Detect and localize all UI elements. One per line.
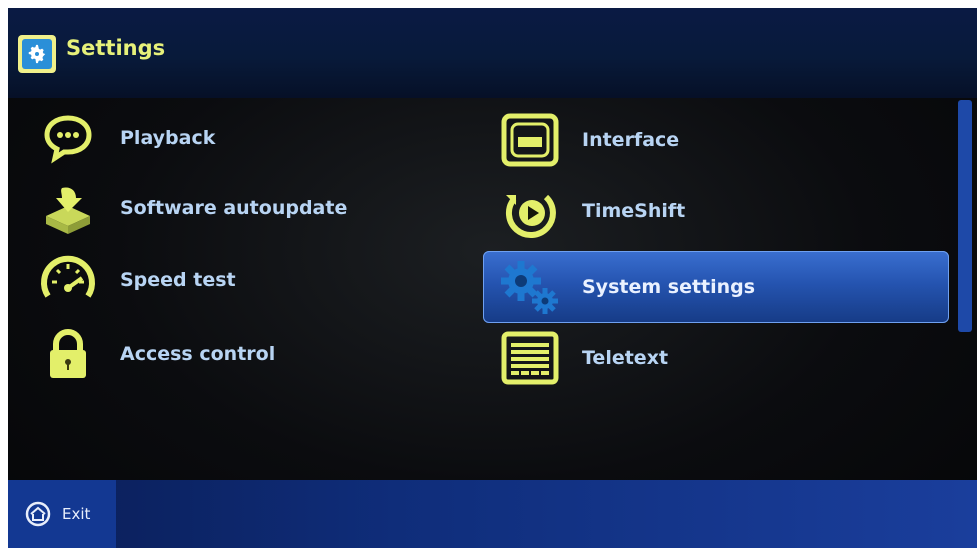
settings-header-icon (18, 35, 56, 73)
menu-item-system-settings[interactable]: System settings (498, 255, 755, 319)
menu-label: Access control (120, 343, 276, 365)
menu-item-software-autoupdate[interactable]: Software autoupdate (36, 176, 347, 240)
exit-button[interactable]: Exit (8, 480, 116, 548)
speedometer-icon (36, 248, 100, 312)
menu-item-teletext[interactable]: Teletext (498, 326, 668, 390)
menu-item-speed-test[interactable]: Speed test (36, 248, 236, 312)
menu-label: Interface (582, 129, 680, 151)
menu-label: Speed test (120, 269, 236, 291)
timeshift-icon (498, 179, 562, 243)
page-title: Settings (66, 36, 166, 60)
gear-icon (28, 44, 46, 64)
gears-icon (498, 255, 562, 319)
menu-label: System settings (582, 276, 756, 298)
download-box-icon (36, 176, 100, 240)
tv-screen: Settings Playback Software autoupdate Sp… (8, 8, 977, 548)
menu-label: Teletext (582, 347, 669, 369)
menu-label: TimeShift (582, 200, 686, 222)
menu-item-interface[interactable]: Interface (498, 108, 679, 172)
teletext-icon (498, 326, 562, 390)
menu-item-access-control[interactable]: Access control (36, 322, 275, 386)
speech-bubble-icon (36, 106, 100, 170)
home-circle-icon (25, 501, 51, 527)
footer-bar: Exit (8, 480, 977, 548)
menu-item-timeshift[interactable]: TimeShift (498, 179, 685, 243)
menu-item-playback[interactable]: Playback (36, 106, 215, 170)
lock-icon (36, 322, 100, 386)
menu-label: Software autoupdate (120, 197, 348, 219)
menu-label: Playback (120, 127, 216, 149)
monitor-icon (498, 108, 562, 172)
exit-label: Exit (62, 505, 91, 523)
scrollbar[interactable] (958, 100, 972, 332)
header-bar: Settings (8, 8, 977, 98)
